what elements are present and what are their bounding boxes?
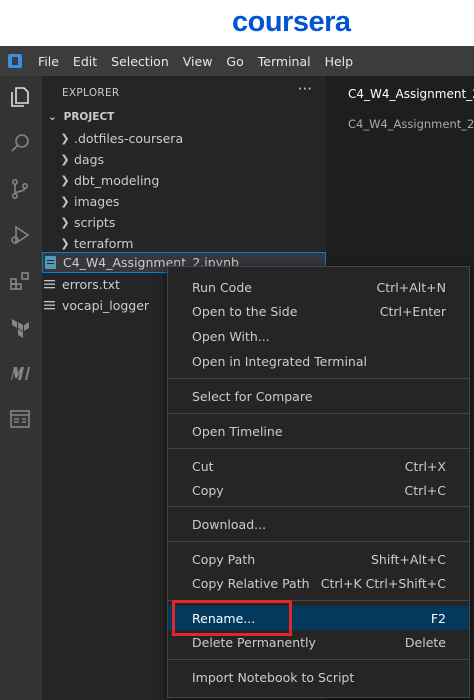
menu-item-label: Copy Path (192, 551, 256, 567)
tree-folder[interactable]: ❯ dbt_modeling (42, 170, 326, 191)
breadcrumb[interactable]: C4_W4_Assignment_2 (326, 112, 474, 136)
menu-item-label: Open to the Side (192, 303, 298, 319)
search-icon[interactable] (8, 131, 32, 155)
project-header[interactable]: ⌄ PROJECT (48, 111, 114, 123)
menu-item-open-to-side[interactable]: Open to the Side Ctrl+Enter (168, 299, 469, 323)
menu-item-label: Run Code (192, 279, 252, 295)
text-file-icon (44, 279, 62, 290)
explorer-icon[interactable] (8, 85, 32, 109)
explorer-title: EXPLORER (62, 87, 120, 99)
menu-item-label: Select for Compare (192, 388, 313, 404)
menu-item-shortcut: Shift+Alt+C (370, 551, 446, 567)
vscode-logo-icon (8, 54, 22, 68)
menu-item-shortcut: Ctrl+Alt+N (376, 279, 446, 295)
tree-label: dbt_modeling (74, 173, 160, 188)
more-actions-icon[interactable]: ··· (298, 80, 312, 98)
menu-item-import-notebook[interactable]: Import Notebook to Script (168, 665, 469, 689)
menu-item-label: Delete Permanently (192, 634, 316, 650)
chevron-right-icon: ❯ (60, 195, 70, 208)
menu-item-shortcut: Delete (404, 634, 446, 650)
menu-item-label: Copy (192, 482, 224, 498)
chevron-down-icon: ⌄ (48, 111, 57, 123)
source-control-icon[interactable] (8, 177, 32, 201)
menu-item-shortcut: Ctrl+C (404, 482, 446, 498)
tree-label: scripts (74, 215, 116, 230)
editor-tab[interactable]: C4_W4_Assignment_2. (326, 76, 474, 112)
menu-item-copy[interactable]: Copy Ctrl+C (168, 478, 469, 502)
menu-item-open-with[interactable]: Open With... (168, 324, 469, 348)
chevron-right-icon: ❯ (60, 132, 70, 145)
menu-item-label: Open in Integrated Terminal (192, 353, 367, 369)
menu-item-label: Import Notebook to Script (192, 669, 355, 685)
menu-item-cut[interactable]: Cut Ctrl+X (168, 454, 469, 478)
menu-item-download[interactable]: Download... (168, 512, 469, 536)
chevron-right-icon: ❯ (60, 237, 70, 250)
menu-item-label: Open Timeline (192, 423, 283, 439)
menu-item-open-timeline[interactable]: Open Timeline (168, 419, 469, 443)
notebook-panel-icon[interactable] (8, 407, 32, 431)
tree-label: vocapi_logger (62, 298, 150, 313)
menu-separator (168, 506, 469, 507)
menu-help[interactable]: Help (325, 54, 354, 69)
menu-item-shortcut: Ctrl+X (404, 458, 446, 474)
menu-item-label: Open With... (192, 328, 270, 344)
menu-item-open-in-terminal[interactable]: Open in Integrated Terminal (168, 349, 469, 373)
menu-item-shortcut: Ctrl+K Ctrl+Shift+C (320, 575, 446, 591)
menu-go[interactable]: Go (226, 54, 243, 69)
tree-label: errors.txt (62, 277, 120, 292)
tree-folder[interactable]: ❯ dags (42, 149, 326, 170)
tree-label: .dotfiles-coursera (74, 131, 184, 146)
menu-item-copy-path[interactable]: Copy Path Shift+Alt+C (168, 547, 469, 571)
tree-folder[interactable]: ❯ scripts (42, 212, 326, 233)
menu-item-label: Cut (192, 458, 214, 474)
tree-label: terraform (74, 236, 134, 251)
menu-separator (168, 448, 469, 449)
markdown-m-icon[interactable] (8, 361, 32, 385)
menubar: File Edit Selection View Go Terminal Hel… (0, 46, 474, 76)
text-file-icon (44, 300, 62, 311)
menu-item-run-code[interactable]: Run Code Ctrl+Alt+N (168, 275, 469, 299)
coursera-banner: coursera (0, 0, 474, 46)
tree-label: images (74, 194, 120, 209)
tree-folder[interactable]: ❯ images (42, 191, 326, 212)
menu-item-shortcut: F2 (430, 610, 446, 626)
coursera-logo: coursera (232, 6, 351, 38)
terraform-icon[interactable] (8, 315, 32, 339)
menu-item-label: Download... (192, 516, 267, 532)
tree-folder[interactable]: ❯ .dotfiles-coursera (42, 128, 326, 149)
menu-edit[interactable]: Edit (73, 54, 97, 69)
menu-item-select-compare[interactable]: Select for Compare (168, 384, 469, 408)
menu-separator (168, 541, 469, 542)
menu-file[interactable]: File (38, 54, 59, 69)
notebook-file-icon (45, 256, 63, 269)
project-label: PROJECT (63, 111, 115, 123)
menu-item-label: Copy Relative Path (192, 575, 310, 591)
extensions-icon[interactable] (8, 269, 32, 293)
breadcrumb-label: C4_W4_Assignment_2 (348, 117, 474, 131)
menu-separator (168, 413, 469, 414)
menu-item-copy-relative-path[interactable]: Copy Relative Path Ctrl+K Ctrl+Shift+C (168, 571, 469, 595)
rename-highlight-annotation (172, 600, 292, 636)
chevron-right-icon: ❯ (60, 216, 70, 229)
menu-terminal[interactable]: Terminal (258, 54, 311, 69)
tab-label: C4_W4_Assignment_2. (348, 87, 474, 101)
tree-folder[interactable]: ❯ terraform (42, 233, 326, 254)
run-debug-icon[interactable] (8, 223, 32, 247)
tree-label: dags (74, 152, 105, 167)
menu-separator (168, 378, 469, 379)
chevron-right-icon: ❯ (60, 174, 70, 187)
menu-item-shortcut: Ctrl+Enter (379, 303, 446, 319)
menu-view[interactable]: View (183, 54, 213, 69)
activity-bar (0, 76, 42, 700)
chevron-right-icon: ❯ (60, 153, 70, 166)
menu-selection[interactable]: Selection (111, 54, 169, 69)
menu-separator (168, 659, 469, 660)
